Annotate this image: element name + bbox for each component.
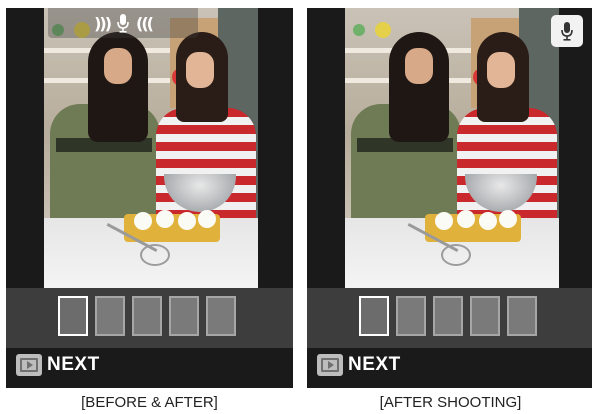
thumbnail-1[interactable]	[58, 296, 88, 336]
egg	[479, 212, 497, 230]
microphone-icon	[117, 14, 129, 33]
voice-command-indicator: ))) (((	[48, 8, 198, 38]
sound-wave-left-icon: )))	[94, 13, 112, 33]
egg	[198, 210, 216, 228]
egg	[156, 210, 174, 228]
voice-command-button[interactable]	[551, 15, 583, 47]
decor-ball	[353, 24, 365, 36]
next-label: NEXT	[47, 354, 100, 375]
thumbnail-strip	[307, 288, 592, 348]
camera-preview-photo	[345, 8, 559, 288]
person-right-face	[186, 52, 214, 88]
whisk	[441, 244, 471, 266]
next-label: NEXT	[348, 354, 401, 375]
play-icon	[16, 354, 42, 376]
microphone-icon	[561, 22, 573, 41]
thumbnail-3[interactable]	[132, 296, 162, 336]
bottom-bar: NEXT	[307, 348, 592, 388]
egg	[435, 212, 453, 230]
next-button[interactable]: NEXT	[16, 354, 100, 376]
after-shooting-screen: NEXT	[307, 8, 592, 388]
egg	[457, 210, 475, 228]
thumbnail-3[interactable]	[433, 296, 463, 336]
camera-preview-photo	[44, 8, 258, 288]
thumbnail-2[interactable]	[95, 296, 125, 336]
bottom-bar: NEXT	[6, 348, 293, 388]
thumbnail-1[interactable]	[359, 296, 389, 336]
thumbnail-4[interactable]	[169, 296, 199, 336]
thumbnail-strip	[6, 288, 293, 348]
thumbnail-5[interactable]	[507, 296, 537, 336]
thumbnail-5[interactable]	[206, 296, 236, 336]
person-right-face	[487, 52, 515, 88]
egg	[499, 210, 517, 228]
caption-after-shooting: [AFTER SHOOTING]	[379, 394, 522, 411]
person-left-face	[104, 48, 132, 84]
thumbnail-4[interactable]	[470, 296, 500, 336]
whisk	[140, 244, 170, 266]
thumbnail-2[interactable]	[396, 296, 426, 336]
person-left-face	[405, 48, 433, 84]
before-after-screen: ))) ((( NEXT	[6, 8, 293, 388]
decor-ball	[375, 22, 391, 38]
egg	[178, 212, 196, 230]
play-icon	[317, 354, 343, 376]
next-button[interactable]: NEXT	[317, 354, 401, 376]
egg	[134, 212, 152, 230]
sound-wave-right-icon: (((	[136, 13, 154, 33]
caption-before-after: [BEFORE & AFTER]	[81, 394, 218, 411]
